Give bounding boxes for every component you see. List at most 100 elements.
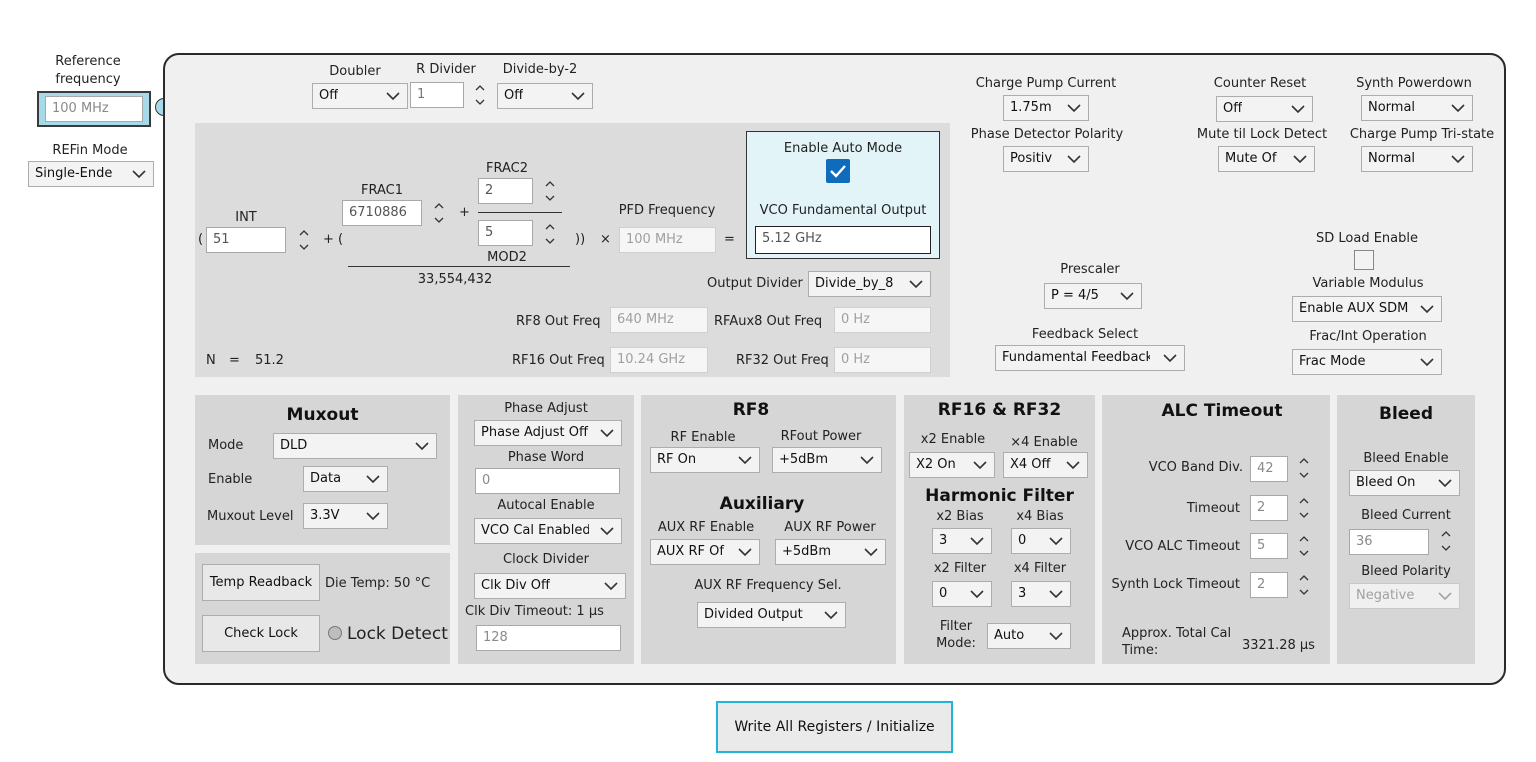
chevron-down-icon [823,603,839,627]
muxout-enable-dropdown[interactable]: Data [303,466,388,492]
x4-filter-dropdown[interactable]: 3 [1011,581,1071,607]
muxout-level-dropdown[interactable]: 3.3V [303,503,388,529]
divide-by-2-dropdown[interactable]: Off [497,83,593,109]
phase-detector-polarity-label: Phase Detector Polarity [970,127,1124,142]
vco-band-div-input[interactable]: 42 [1250,456,1288,482]
charge-pump-tristate-value: Normal [1368,151,1416,166]
checkmark-icon [830,165,846,178]
chevron-down-icon [1437,471,1453,495]
charge-pump-tristate-dropdown[interactable]: Normal [1361,146,1473,172]
phase-detector-polarity-dropdown[interactable]: Positiv [1003,146,1089,172]
divide-by-2-label: Divide-by-2 [502,62,578,77]
x2-filter-dropdown[interactable]: 0 [932,581,992,607]
chevron-down-icon [1419,350,1435,374]
x4-filter-label: x4 Filter [1013,561,1067,576]
vco-alc-timeout-label: VCO ALC Timeout [1125,539,1240,554]
rfaux8-out-freq-label: RFAux8 Out Freq [714,314,823,329]
x2-enable-dropdown[interactable]: X2 On [909,452,995,478]
int-input[interactable]: 51 [206,227,286,253]
muxout-mode-label: Mode [208,438,244,453]
frac1-input[interactable]: 6710886 [342,200,422,226]
enable-auto-mode-checkbox[interactable] [826,159,850,183]
prescaler-dropdown[interactable]: P = 4/5 [1044,283,1142,309]
write-all-registers-button[interactable]: Write All Registers / Initialize [716,701,953,753]
chevron-down-icon [570,84,586,108]
vco-band-div-spinner[interactable] [1290,453,1318,483]
sd-load-enable-checkbox[interactable] [1354,250,1374,270]
rf-enable-dropdown[interactable]: RF On [650,447,760,473]
aux-rf-power-dropdown[interactable]: +5dBm [775,539,886,565]
feedback-select-dropdown[interactable]: Fundamental Feedback [995,345,1185,371]
bleed-current-input[interactable]: 36 [1349,529,1429,555]
clock-divider-dropdown[interactable]: Clk Div Off [474,573,626,599]
vco-band-div-label: VCO Band Div. [1148,460,1243,475]
bleed-current-spinner[interactable] [1432,526,1460,556]
mute-til-lock-detect-dropdown[interactable]: Mute Of [1218,146,1315,172]
clk-div-timeout-input[interactable]: 128 [476,625,621,651]
temp-readback-button[interactable]: Temp Readback [202,564,320,601]
prescaler-value: P = 4/5 [1051,288,1099,303]
frac1-spinner[interactable] [425,198,453,228]
feedback-select-label: Feedback Select [1031,327,1139,342]
autocal-enable-label: Autocal Enable [497,498,595,513]
rfout-power-dropdown[interactable]: +5dBm [772,447,882,473]
doubler-label: Doubler [329,64,381,79]
phase-adjust-dropdown[interactable]: Phase Adjust Off [474,420,622,446]
int-spinner[interactable] [290,225,318,255]
x4-enable-dropdown[interactable]: X4 Off [1003,452,1088,478]
r-divider-input[interactable]: 1 [410,82,464,108]
mod2-spinner[interactable] [536,219,564,249]
output-divider-dropdown[interactable]: Divide_by_8 [808,271,931,297]
timeout-input[interactable]: 2 [1250,495,1288,521]
r-divider-spinner[interactable] [466,80,494,110]
spinner-arrows-icon [1290,453,1318,483]
variable-modulus-dropdown[interactable]: Enable AUX SDM [1292,296,1442,322]
spinner-arrows-icon [536,176,564,206]
synth-powerdown-dropdown[interactable]: Normal [1361,95,1473,121]
spinner-arrows-icon [1290,531,1318,561]
muxout-level-value: 3.3V [310,508,340,523]
frac2-input[interactable]: 2 [478,178,533,204]
muxout-mode-dropdown[interactable]: DLD [273,433,437,459]
chevron-down-icon [972,453,988,477]
frac-int-operation-label: Frac/Int Operation [1309,329,1427,344]
variable-modulus-value: Enable AUX SDM [1299,301,1409,316]
equals-sign: = [724,232,735,247]
x4-bias-dropdown[interactable]: 0 [1011,528,1071,554]
times-sign: × [600,232,611,247]
refin-mode-dropdown[interactable]: Single-Ende [28,161,154,187]
chevron-down-icon [1419,297,1435,321]
sd-load-enable-label: SD Load Enable [1316,231,1418,246]
frac2-spinner[interactable] [536,176,564,206]
int-label: INT [235,210,257,225]
vco-alc-timeout-spinner[interactable] [1290,531,1318,561]
aux-rf-enable-dropdown[interactable]: AUX RF Of [650,539,760,565]
vco-alc-timeout-input[interactable]: 5 [1250,533,1288,559]
doubler-dropdown[interactable]: Off [312,83,408,109]
aux-rf-frequency-sel-dropdown[interactable]: Divided Output [697,602,846,628]
timeout-spinner[interactable] [1290,493,1318,523]
counter-reset-dropdown[interactable]: Off [1216,96,1313,122]
chevron-down-icon [1065,453,1081,477]
bleed-enable-dropdown[interactable]: Bleed On [1349,470,1460,496]
total-cal-time-label-line2: Time: [1122,643,1159,658]
frac-int-operation-dropdown[interactable]: Frac Mode [1292,349,1442,375]
check-lock-button[interactable]: Check Lock [202,615,320,652]
mod2-input[interactable]: 5 [478,220,533,246]
charge-pump-current-dropdown[interactable]: 1.75m [1003,95,1089,121]
reference-frequency-input[interactable]: 100 MHz [45,96,143,122]
x2-bias-dropdown[interactable]: 3 [932,528,992,554]
mute-til-lock-detect-value: Mute Of [1225,151,1277,166]
synth-lock-timeout-input[interactable]: 2 [1250,572,1288,598]
enable-auto-mode-label: Enable Auto Mode [783,141,903,156]
bleed-polarity-dropdown[interactable]: Negative [1349,583,1460,609]
counter-reset-value: Off [1223,101,1243,116]
bleed-polarity-value: Negative [1356,588,1415,603]
chevron-down-icon [1450,96,1466,120]
synth-lock-timeout-spinner[interactable] [1290,570,1318,600]
phase-word-input[interactable]: 0 [475,468,620,494]
rf-enable-value: RF On [657,452,697,467]
filter-mode-dropdown[interactable]: Auto [987,623,1071,649]
aux-rf-enable-value: AUX RF Of [657,544,724,559]
autocal-enable-dropdown[interactable]: VCO Cal Enabled [474,518,622,544]
